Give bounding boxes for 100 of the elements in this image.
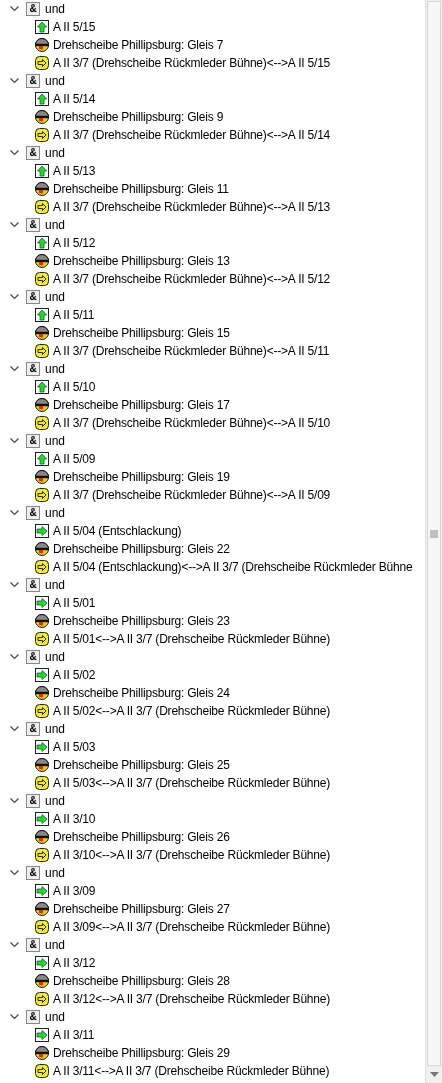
and-symbol-icon: & <box>26 74 40 88</box>
tree-node-label[interactable]: und <box>45 936 66 954</box>
tree-item-label[interactable]: Drehscheibe Phillipsburg: Gleis 7 <box>53 36 224 54</box>
turntable-icon <box>35 542 49 556</box>
arrow-up-icon <box>35 452 49 466</box>
tree-item-label[interactable]: A II 3/7 (Drehscheibe Rückmleder Bühne)<-->A II 5/11 <box>53 342 330 360</box>
tree-item-label[interactable]: Drehscheibe Phillipsburg: Gleis 15 <box>53 324 230 342</box>
tree-item-label[interactable]: A II 3/11<-->A II 3/7 (Drehscheibe Rückmleder Bühne) <box>53 1062 330 1080</box>
turntable-icon <box>35 974 49 988</box>
tree-item-label[interactable]: A II 5/01 <box>53 594 96 612</box>
chevron-down-icon[interactable] <box>10 222 19 228</box>
tree-item-label[interactable]: A II 3/7 (Drehscheibe Rückmleder Bühne)<-->A II 5/10 <box>53 414 331 432</box>
chevron-down-icon[interactable] <box>10 654 19 660</box>
tree-item-label[interactable]: A II 5/04 (Entschlackung) <box>53 522 182 540</box>
tree-item-label[interactable]: A II 5/15 <box>53 18 96 36</box>
turntable-icon <box>35 830 49 844</box>
and-symbol-icon: & <box>26 866 40 880</box>
tree-item-label[interactable]: A II 3/09<-->A II 3/7 (Drehscheibe Rückmleder Bühne) <box>53 918 331 936</box>
tree-item-label[interactable]: A II 3/7 (Drehscheibe Rückmleder Bühne)<-->A II 5/09 <box>53 486 331 504</box>
tree-item-label[interactable]: A II 3/10<-->A II 3/7 (Drehscheibe Rückmleder Bühne) <box>53 846 331 864</box>
and-symbol-icon: & <box>26 938 40 952</box>
turntable-icon <box>35 614 49 628</box>
tree-item-label[interactable]: A II 3/11 <box>53 1026 95 1044</box>
tree-item-label[interactable]: A II 3/09 <box>53 882 96 900</box>
tree-item-label[interactable]: Drehscheibe Phillipsburg: Gleis 25 <box>53 756 230 774</box>
chevron-down-icon[interactable] <box>10 582 19 588</box>
tree-item-label[interactable]: A II 5/14 <box>53 90 96 108</box>
chevron-down-icon[interactable] <box>10 510 19 516</box>
tree-item-label[interactable]: A II 5/02 <box>53 666 96 684</box>
tree-item-label[interactable]: A II 3/12<-->A II 3/7 (Drehscheibe Rückmleder Bühne) <box>53 990 331 1008</box>
scrollbar[interactable] <box>425 0 442 1083</box>
tree-item-label[interactable]: Drehscheibe Phillipsburg: Gleis 13 <box>53 252 230 270</box>
chevron-down-icon[interactable] <box>10 6 19 12</box>
tree-node-label[interactable]: und <box>45 504 66 522</box>
tree-node-label[interactable]: und <box>45 648 66 666</box>
arrow-right-icon <box>35 740 49 754</box>
tree-item-label[interactable]: A II 5/12 <box>53 234 96 252</box>
route-arrow-icon <box>35 416 49 430</box>
chevron-down-icon[interactable] <box>10 726 19 732</box>
chevron-down-icon[interactable] <box>10 78 19 84</box>
tree-item-label[interactable]: A II 3/12 <box>53 954 96 972</box>
tree-item-label[interactable]: A II 5/09 <box>53 450 96 468</box>
route-arrow-icon <box>35 704 49 718</box>
route-arrow-icon <box>35 272 49 286</box>
scroll-down-icon[interactable] <box>429 1072 439 1077</box>
tree-item-label[interactable]: A II 5/04 (Entschlackung)<-->A II 3/7 (Drehscheibe Rückmleder Bühne <box>53 558 413 576</box>
route-arrow-icon <box>35 560 49 574</box>
route-arrow-icon <box>35 632 49 646</box>
tree-item-label[interactable]: Drehscheibe Phillipsburg: Gleis 9 <box>53 108 224 126</box>
tree-node-label[interactable]: und <box>45 432 66 450</box>
tree-item-label[interactable]: A II 3/10 <box>53 810 96 828</box>
tree-item-label[interactable]: A II 5/03<-->A II 3/7 (Drehscheibe Rückmleder Bühne) <box>53 774 331 792</box>
tree-item-label[interactable]: A II 3/7 (Drehscheibe Rückmleder Bühne)<-->A II 5/14 <box>53 126 331 144</box>
turntable-icon <box>35 398 49 412</box>
chevron-down-icon[interactable] <box>10 438 19 444</box>
tree-node-label[interactable]: und <box>45 576 66 594</box>
arrow-right-icon <box>35 524 49 538</box>
tree-item-label[interactable]: Drehscheibe Phillipsburg: Gleis 26 <box>53 828 230 846</box>
tree-node-label[interactable]: und <box>45 792 66 810</box>
chevron-down-icon[interactable] <box>10 942 19 948</box>
tree-node-label[interactable]: und <box>45 216 66 234</box>
tree-item-label[interactable]: Drehscheibe Phillipsburg: Gleis 23 <box>53 612 230 630</box>
and-symbol-icon: & <box>26 650 40 664</box>
tree-item-label[interactable]: A II 5/01<-->A II 3/7 (Drehscheibe Rückmleder Bühne) <box>53 630 331 648</box>
tree-item-label[interactable]: A II 5/13 <box>53 162 96 180</box>
tree-node-label[interactable]: und <box>45 720 66 738</box>
tree-item-label[interactable]: A II 3/7 (Drehscheibe Rückmleder Bühne)<-->A II 5/12 <box>53 270 331 288</box>
turntable-icon <box>35 110 49 124</box>
chevron-down-icon[interactable] <box>10 150 19 156</box>
tree-item-label[interactable]: A II 5/03 <box>53 738 96 756</box>
tree-item-label[interactable]: Drehscheibe Phillipsburg: Gleis 22 <box>53 540 230 558</box>
tree-node-label[interactable]: und <box>45 288 66 306</box>
tree-item-label[interactable]: A II 5/10 <box>53 378 96 396</box>
chevron-down-icon[interactable] <box>10 366 19 372</box>
chevron-down-icon[interactable] <box>10 798 19 804</box>
tree-node-label[interactable]: und <box>45 144 66 162</box>
scrollbar-thumb[interactable] <box>427 1 441 1066</box>
and-symbol-icon: & <box>26 290 40 304</box>
tree-item-label[interactable]: Drehscheibe Phillipsburg: Gleis 28 <box>53 972 230 990</box>
tree-node-label[interactable]: und <box>45 864 66 882</box>
tree-node-label[interactable]: und <box>45 360 66 378</box>
tree-item-label[interactable]: A II 3/7 (Drehscheibe Rückmleder Bühne)<-->A II 5/13 <box>53 198 331 216</box>
chevron-down-icon[interactable] <box>10 870 19 876</box>
tree-node-label[interactable]: und <box>45 1008 66 1026</box>
tree-item-label[interactable]: A II 5/02<-->A II 3/7 (Drehscheibe Rückmleder Bühne) <box>53 702 331 720</box>
tree-item-label[interactable]: Drehscheibe Phillipsburg: Gleis 17 <box>53 396 230 414</box>
tree-node-label[interactable]: und <box>45 72 66 90</box>
tree-item-label[interactable]: Drehscheibe Phillipsburg: Gleis 24 <box>53 684 230 702</box>
arrow-right-icon <box>35 596 49 610</box>
tree-item-label[interactable]: Drehscheibe Phillipsburg: Gleis 19 <box>53 468 230 486</box>
tree-node-label[interactable]: und <box>45 0 66 18</box>
tree-item-label[interactable]: Drehscheibe Phillipsburg: Gleis 29 <box>53 1044 230 1062</box>
and-symbol-icon: & <box>26 506 40 520</box>
tree-item-label[interactable]: Drehscheibe Phillipsburg: Gleis 27 <box>53 900 230 918</box>
tree-item-label[interactable]: A II 5/11 <box>53 306 95 324</box>
turntable-icon <box>35 326 49 340</box>
tree-item-label[interactable]: Drehscheibe Phillipsburg: Gleis 11 <box>53 180 229 198</box>
chevron-down-icon[interactable] <box>10 1014 19 1020</box>
tree-item-label[interactable]: A II 3/7 (Drehscheibe Rückmleder Bühne)<-->A II 5/15 <box>53 54 331 72</box>
chevron-down-icon[interactable] <box>10 294 19 300</box>
